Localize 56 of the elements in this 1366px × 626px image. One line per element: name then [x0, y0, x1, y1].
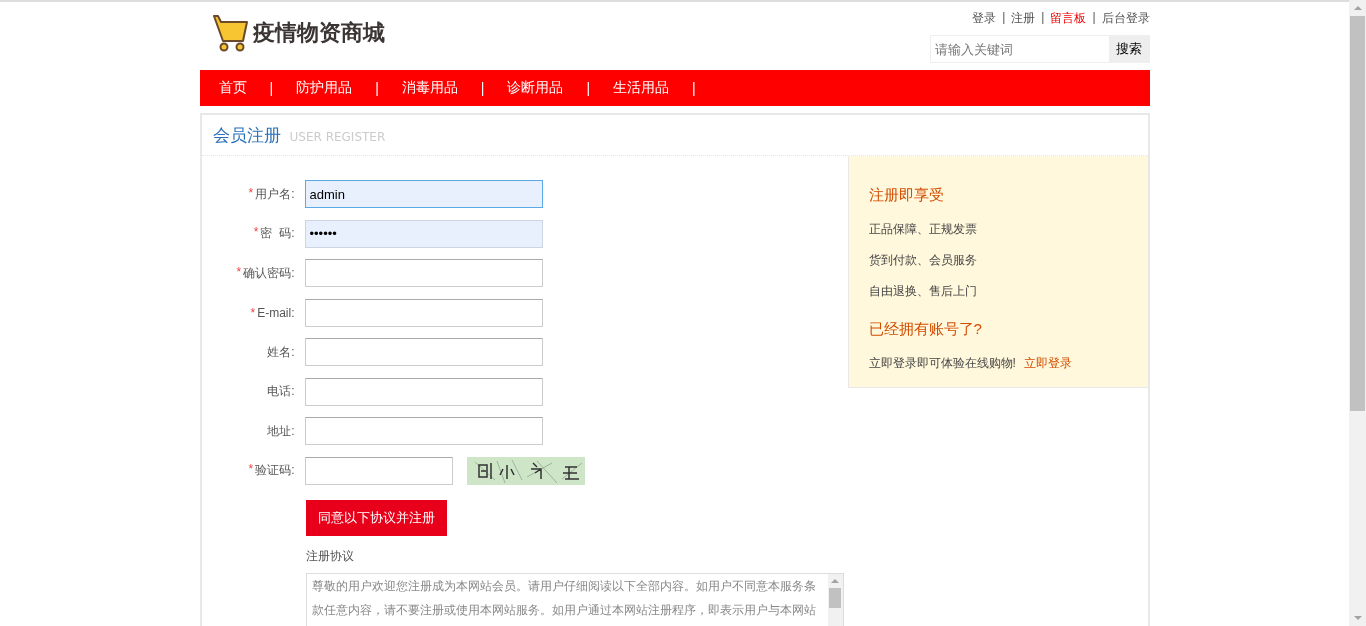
nav-separator: |: [586, 80, 591, 96]
required-mark: *: [248, 185, 254, 202]
search-field[interactable]: 请输入关键词 搜索: [929, 35, 1150, 63]
register-button[interactable]: 同意以下协议并注册: [305, 500, 447, 536]
field-label: 确认密码:: [243, 264, 295, 282]
required-mark: *: [248, 462, 254, 478]
field-label: E-mail:: [257, 305, 295, 320]
search-button[interactable]: 搜索: [1108, 36, 1149, 62]
nav-separator: |: [375, 80, 379, 96]
site-logo-text: 疫情物资商城: [252, 19, 385, 47]
login-prompt: 立即登录即可体验在线购物!: [868, 356, 1016, 370]
nav-link[interactable]: 生活用品: [613, 79, 670, 97]
benefit-text: 货到付款、会员服务: [868, 252, 978, 269]
agreement-text: 尊敬的用户欢迎您注册成为本网站会员。请用户仔细阅读以下全部内容。如用户不同意本服务条款任意内容，请不要注册或使用本网站服务。如用户通过本网站注册程序，即表示用户与本网站: [310, 578, 817, 619]
link-separator: |: [1002, 10, 1006, 26]
link-separator: |: [1092, 10, 1096, 26]
field-label: 地址:: [267, 422, 295, 440]
header-link[interactable]: 后台登录: [1101, 10, 1150, 27]
input-field[interactable]: [304, 298, 543, 327]
input-field[interactable]: [304, 377, 543, 406]
captcha-field[interactable]: [304, 456, 453, 485]
field-label: 电话:: [267, 383, 295, 400]
nav-link[interactable]: 诊断用品: [507, 79, 564, 97]
header-link[interactable]: 登录: [972, 10, 997, 27]
header-link[interactable]: 注册: [1011, 10, 1036, 27]
header-link[interactable]: 留言板: [1050, 10, 1087, 27]
benefit-text: 正品保障、正规发票: [868, 221, 978, 238]
agreement-textarea[interactable]: 尊敬的用户欢迎您注册成为本网站会员。请用户仔细阅读以下全部内容。如用户不同意本服务条款任意内容，请不要注册或使用本网站服务。如用户通过本网站注册程序，即表示用户与本网站: [305, 573, 844, 626]
input-field[interactable]: [304, 338, 543, 366]
benefit-text: 自由退换、售后上门: [868, 283, 978, 300]
input-field[interactable]: [304, 417, 543, 445]
required-mark: *: [253, 225, 259, 241]
required-mark: *: [250, 305, 256, 320]
nav-link[interactable]: 首页: [218, 79, 247, 97]
nav-separator: |: [480, 80, 485, 96]
page-scrollbar[interactable]: [1349, 0, 1366, 626]
link-separator: |: [1041, 10, 1045, 26]
login-link[interactable]: 立即登录: [1023, 356, 1072, 370]
nav-separator: |: [269, 80, 274, 96]
field-label: 姓名:: [267, 343, 295, 361]
shopping-cart-icon: [212, 14, 249, 52]
panel-title: 会员注册: [212, 124, 281, 147]
required-mark: *: [236, 264, 242, 281]
field-label: 密 码:: [260, 225, 295, 242]
textarea-scrollbar[interactable]: [827, 574, 843, 626]
nav-link[interactable]: 防护用品: [296, 79, 353, 97]
nav-link[interactable]: 消毒用品: [401, 79, 458, 97]
field-label: 用户名:: [255, 185, 295, 203]
password-field[interactable]: [304, 259, 543, 287]
benefits-heading: 注册即享受: [868, 186, 945, 205]
nav-separator: |: [692, 80, 696, 96]
password-field[interactable]: ••••••: [304, 219, 543, 248]
agreement-title: 注册协议: [305, 548, 355, 565]
field-label: 验证码:: [255, 462, 295, 479]
input-field[interactable]: admin: [304, 180, 543, 208]
login-heading: 已经拥有账号了?: [868, 320, 983, 339]
